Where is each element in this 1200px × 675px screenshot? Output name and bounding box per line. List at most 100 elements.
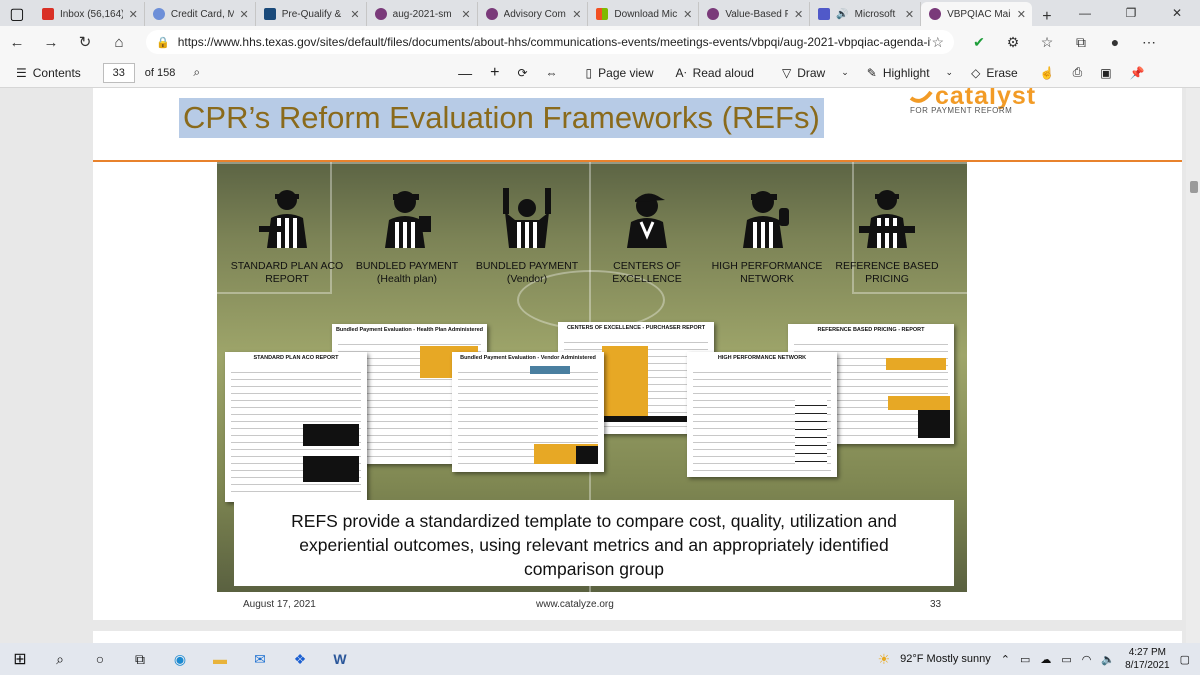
taskbar-clock[interactable]: 4:27 PM 8/17/2021 bbox=[1125, 646, 1170, 672]
touch-icon[interactable]: ☝ bbox=[1040, 66, 1055, 80]
save-icon[interactable]: ▣ bbox=[1100, 66, 1111, 80]
site-icon bbox=[263, 8, 276, 20]
search-icon[interactable]: ⌕ bbox=[40, 651, 80, 668]
highlight-icon: ✎ bbox=[866, 65, 877, 80]
catalyst-swoosh-icon bbox=[909, 90, 933, 103]
close-tab-icon[interactable]: ✕ bbox=[905, 8, 914, 21]
close-tab-icon[interactable]: ✕ bbox=[129, 8, 138, 21]
microsoft-icon bbox=[596, 8, 609, 20]
page-number-input[interactable]: 33 bbox=[102, 62, 135, 83]
close-tab-icon[interactable]: ✕ bbox=[572, 8, 581, 21]
file-explorer-icon[interactable]: ▬ bbox=[200, 651, 240, 667]
window-controls: — ❐ ✕ bbox=[1062, 0, 1200, 26]
chevron-down-icon[interactable]: ⌄ bbox=[946, 67, 954, 78]
word-icon[interactable]: W bbox=[320, 651, 360, 667]
read-aloud-button[interactable]: Aᐧ Read aloud bbox=[676, 66, 754, 80]
system-tray: ☀ 92°F Mostly sunny ⌃ ▭ ☁ ▭ ◠ 🔈 4:27 PM … bbox=[878, 646, 1200, 672]
close-tab-icon[interactable]: ✕ bbox=[683, 8, 692, 21]
report-thumbnail-aco: STANDARD PLAN ACO REPORT bbox=[225, 352, 367, 502]
fit-page-icon[interactable]: ⇔ bbox=[546, 66, 558, 80]
rotate-icon[interactable]: ⟳ bbox=[517, 66, 527, 80]
pdf-toolbar: ☰ Contents 33 of 158 ⌕ — + ⟳ ⇔ ▯ Page view… bbox=[0, 58, 1200, 88]
close-tab-icon[interactable]: ✕ bbox=[350, 8, 359, 21]
catalyst-logo: catalyst FOR PAYMENT REFORM bbox=[909, 88, 1037, 115]
extensions-puzzle-icon[interactable]: ⚙ bbox=[996, 34, 1030, 51]
weather-text[interactable]: 92°F Mostly sunny bbox=[900, 653, 991, 665]
report-thumbnail-vendor: Bundled Payment Evaluation - Vendor Admi… bbox=[452, 352, 604, 472]
page-view-icon: ▯ bbox=[585, 65, 593, 80]
forward-icon[interactable]: → bbox=[34, 34, 68, 51]
browser-tab[interactable]: Advisory Com ✕ bbox=[478, 2, 589, 26]
referee-cap-icon bbox=[627, 193, 667, 248]
volume-icon[interactable]: 🔈 bbox=[1101, 653, 1115, 666]
close-tab-icon[interactable]: ✕ bbox=[240, 8, 249, 21]
maximize-icon[interactable]: ❐ bbox=[1108, 0, 1154, 26]
slide-title: CPR’s Reform Evaluation Frameworks (REFs… bbox=[179, 98, 824, 138]
ref-icon-row: STANDARD PLAN ACO REPORT BUNDLED PAYMENT(… bbox=[227, 186, 947, 286]
browser-tab[interactable]: Value-Based P ✕ bbox=[699, 2, 811, 26]
settings-more-icon[interactable]: ⋯ bbox=[1132, 34, 1166, 51]
browser-tab[interactable]: aug-2021-sm ✕ bbox=[367, 2, 478, 26]
zoom-out-icon[interactable]: — bbox=[458, 65, 472, 81]
browser-tab[interactable]: Credit Card, M ✕ bbox=[145, 2, 256, 26]
notification-icon[interactable]: ▢ bbox=[1180, 653, 1190, 666]
mail-icon[interactable]: ✉ bbox=[240, 651, 280, 668]
gmail-icon bbox=[41, 8, 54, 20]
next-pdf-page bbox=[93, 631, 1182, 643]
task-view-icon[interactable]: ⧉ bbox=[120, 651, 160, 668]
url-field[interactable]: 🔒 https://www.hhs.texas.gov/sites/defaul… bbox=[146, 30, 954, 54]
site-icon bbox=[152, 8, 165, 20]
chevron-down-icon[interactable]: ⌄ bbox=[841, 67, 849, 78]
close-tab-icon[interactable]: ✕ bbox=[1017, 8, 1026, 21]
browser-tab[interactable]: Inbox (56,164) ✕ bbox=[34, 2, 145, 26]
edge-icon[interactable]: ◉ bbox=[160, 651, 200, 668]
new-tab-button[interactable]: + bbox=[1032, 8, 1062, 26]
meet-now-icon[interactable]: ▭ bbox=[1020, 653, 1030, 666]
browser-tab[interactable]: Download Mic ✕ bbox=[588, 2, 700, 26]
wifi-icon[interactable]: ◠ bbox=[1082, 653, 1092, 666]
search-icon[interactable]: ⌕ bbox=[193, 65, 200, 80]
vertical-scrollbar[interactable] bbox=[1186, 88, 1200, 643]
footer-date: August 17, 2021 bbox=[243, 599, 316, 610]
favorite-star-icon[interactable]: ☆ bbox=[931, 34, 944, 51]
footer-website: www.catalyze.org bbox=[536, 599, 614, 610]
referee-arms-crossed-icon bbox=[859, 190, 915, 248]
profile-avatar[interactable]: ● bbox=[1098, 34, 1132, 51]
contents-button[interactable]: ☰ Contents bbox=[16, 66, 81, 80]
close-tab-icon[interactable]: ✕ bbox=[794, 8, 803, 21]
battery-icon[interactable]: ▭ bbox=[1061, 653, 1071, 666]
onedrive-cloud-icon[interactable]: ☁ bbox=[1040, 653, 1051, 666]
zoom-in-icon[interactable]: + bbox=[490, 64, 499, 82]
highlight-button[interactable]: ✎ Highlight ⌄ bbox=[867, 66, 953, 80]
draw-icon: ▽ bbox=[781, 65, 792, 80]
ref-item-bundled-vendor: BUNDLED PAYMENT (Vendor) bbox=[467, 186, 587, 286]
minimize-icon[interactable]: — bbox=[1062, 0, 1108, 26]
favorites-icon[interactable]: ☆ bbox=[1030, 34, 1064, 51]
scrollbar-thumb[interactable] bbox=[1190, 181, 1198, 193]
speaker-icon[interactable]: 🔊 bbox=[836, 9, 848, 20]
extension-check-icon[interactable]: ✔ bbox=[962, 34, 996, 51]
cortana-icon[interactable]: ○ bbox=[80, 651, 120, 667]
read-aloud-icon: Aᐧ bbox=[675, 65, 687, 80]
tab-actions-icon[interactable]: ▢ bbox=[0, 2, 34, 26]
browser-tab[interactable]: Pre-Qualify & ✕ bbox=[256, 2, 367, 26]
home-icon[interactable]: ⌂ bbox=[102, 34, 136, 51]
pin-icon[interactable]: 📌 bbox=[1130, 66, 1145, 80]
weather-sun-icon[interactable]: ☀ bbox=[878, 651, 891, 668]
refresh-icon[interactable]: ↻ bbox=[68, 33, 102, 51]
lock-icon[interactable]: 🔒 bbox=[156, 36, 170, 49]
close-window-icon[interactable]: ✕ bbox=[1154, 0, 1200, 26]
back-icon[interactable]: ← bbox=[0, 34, 34, 51]
dropbox-icon[interactable]: ❖ bbox=[280, 651, 320, 668]
eraser-icon: ◇ bbox=[971, 65, 981, 80]
erase-button[interactable]: ◇ Erase bbox=[971, 66, 1018, 80]
browser-tab-active[interactable]: VBPQIAC Mai ✕ bbox=[921, 2, 1032, 26]
draw-button[interactable]: ▽ Draw ⌄ bbox=[782, 66, 849, 80]
chevron-up-icon[interactable]: ⌃ bbox=[1001, 653, 1010, 666]
print-icon[interactable]: ⎙ bbox=[1073, 65, 1083, 80]
windows-start-icon[interactable]: ⊞ bbox=[0, 649, 40, 669]
close-tab-icon[interactable]: ✕ bbox=[461, 8, 470, 21]
browser-tab[interactable]: 🔊 Microsoft ✕ bbox=[810, 2, 922, 26]
collections-icon[interactable]: ⧉ bbox=[1064, 34, 1098, 51]
page-view-button[interactable]: ▯ Page view bbox=[586, 66, 654, 80]
